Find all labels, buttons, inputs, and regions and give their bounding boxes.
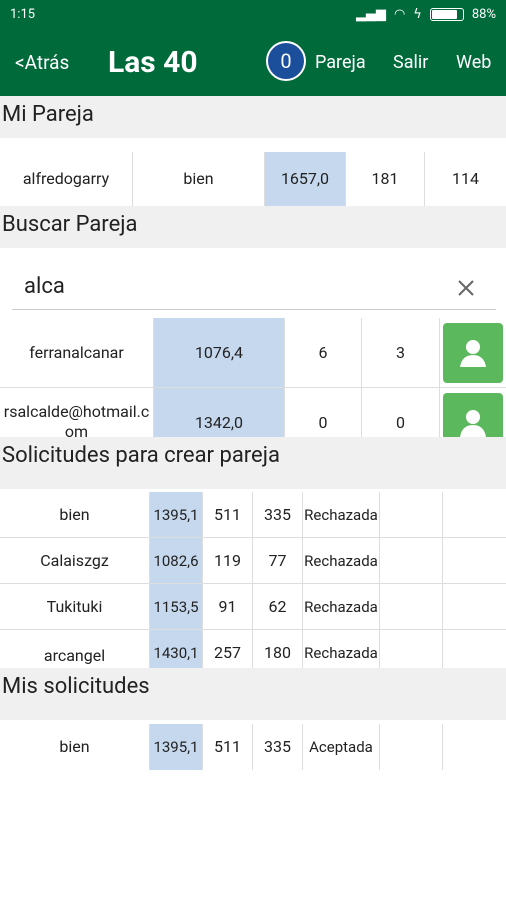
request-stat-a: 257 (203, 630, 253, 668)
request-action[interactable] (380, 584, 443, 629)
status-time: 1:15 (10, 6, 36, 22)
partner-name: alfredogarry (0, 152, 133, 206)
pair-stat-a: 181 (346, 152, 425, 206)
mi-pareja-row: alfredogarry bien 1657,0 181 114 (0, 152, 506, 206)
my-request-status: Aceptada (303, 724, 380, 770)
request-action[interactable] (380, 630, 443, 668)
result-stat-a: 0 (285, 388, 362, 437)
result-stat-b: 3 (362, 318, 440, 387)
pair-stat-b: 114 (452, 169, 479, 188)
charging-icon: ϟ (413, 6, 422, 22)
request-action[interactable] (380, 538, 443, 583)
salir-button[interactable]: Salir (393, 52, 428, 73)
request-action[interactable] (443, 630, 506, 668)
request-stat-a: 511 (203, 492, 253, 537)
my-request-score: 1395,1 (150, 724, 203, 770)
result-name: ferranalcanar (0, 318, 154, 387)
wifi-icon: ◠ (393, 6, 406, 22)
pareja-button[interactable]: Pareja (315, 52, 366, 73)
request-name: Tukituki (0, 584, 150, 629)
solicitudes-title: Solicitudes para crear pareja (2, 443, 280, 468)
my-request-stat-a: 511 (203, 724, 253, 770)
my-request-name: bien (0, 724, 150, 770)
request-name: arcangel (0, 630, 150, 668)
request-stat-a: 91 (203, 584, 253, 629)
person-icon (460, 339, 486, 367)
request-action[interactable] (380, 492, 443, 537)
request-action[interactable] (443, 538, 506, 583)
request-status: Rechazada (303, 538, 380, 583)
request-stat-b: 335 (253, 492, 303, 537)
buscar-title: Buscar Pareja (2, 212, 138, 237)
result-score: 1076,4 (154, 318, 285, 387)
request-stat-a: 119 (203, 538, 253, 583)
request-stat-b: 77 (253, 538, 303, 583)
mi-pareja-title: Mi Pareja (2, 102, 94, 127)
request-row: Calaiszgz 1082,6 119 77 Rechazada (0, 538, 506, 584)
request-action[interactable] (443, 584, 506, 629)
my-request-action[interactable] (443, 724, 506, 770)
request-name: Calaiszgz (0, 538, 150, 583)
my-request-action[interactable] (380, 724, 443, 770)
request-status: Rechazada (303, 492, 380, 537)
request-row: arcangel 1430,1 257 180 Rechazada (0, 630, 506, 668)
request-status: Rechazada (303, 630, 380, 668)
request-score: 1430,1 (150, 630, 203, 668)
request-status: Rechazada (303, 584, 380, 629)
result-name: rsalcalde@hotmail.com (0, 388, 154, 437)
search-result-row: rsalcalde@hotmail.com 1342,0 0 0 (0, 388, 506, 437)
request-row: bien 1395,1 511 335 Rechazada (0, 492, 506, 538)
person-icon (460, 410, 486, 437)
mis-solicitudes-title: Mis solicitudes (2, 674, 150, 699)
my-request-stat-b: 335 (253, 724, 303, 770)
request-stat-b: 62 (253, 584, 303, 629)
add-partner-button[interactable] (443, 393, 503, 437)
my-request-row: bien 1395,1 511 335 Aceptada (0, 724, 506, 770)
web-button[interactable]: Web (456, 52, 491, 73)
result-stat-a: 6 (285, 318, 362, 387)
pareja-count-badge[interactable]: 0 (266, 41, 306, 81)
request-stat-b: 180 (253, 630, 303, 668)
battery-percent: 88% (471, 6, 496, 22)
search-input[interactable] (12, 264, 496, 310)
player-name: bien (133, 152, 265, 206)
pair-score: 1657,0 (265, 152, 346, 206)
result-stat-b: 0 (362, 388, 440, 437)
battery-icon (429, 7, 464, 21)
add-partner-button[interactable] (443, 322, 503, 383)
search-result-row: ferranalcanar 1076,4 6 3 (0, 318, 506, 388)
app-title: Las 40 (108, 44, 198, 80)
request-row: Tukituki 1153,5 91 62 Rechazada (0, 584, 506, 630)
status-bar: 1:15 ▂▄▆ ◠ ϟ 88% (0, 0, 506, 28)
battery-fill (431, 9, 458, 19)
signal-icon: ▂▄▆ (355, 6, 386, 22)
back-button[interactable]: <Atrás (15, 51, 69, 74)
request-action[interactable] (443, 492, 506, 537)
clear-search-icon[interactable] (454, 276, 478, 300)
request-score: 1082,6 (150, 538, 203, 583)
result-score: 1342,0 (154, 388, 285, 437)
request-score: 1153,5 (150, 584, 203, 629)
request-name: bien (0, 492, 150, 537)
app-bar: <Atrás Las 40 0 Pareja Salir Web (0, 28, 506, 96)
request-score: 1395,1 (150, 492, 203, 537)
